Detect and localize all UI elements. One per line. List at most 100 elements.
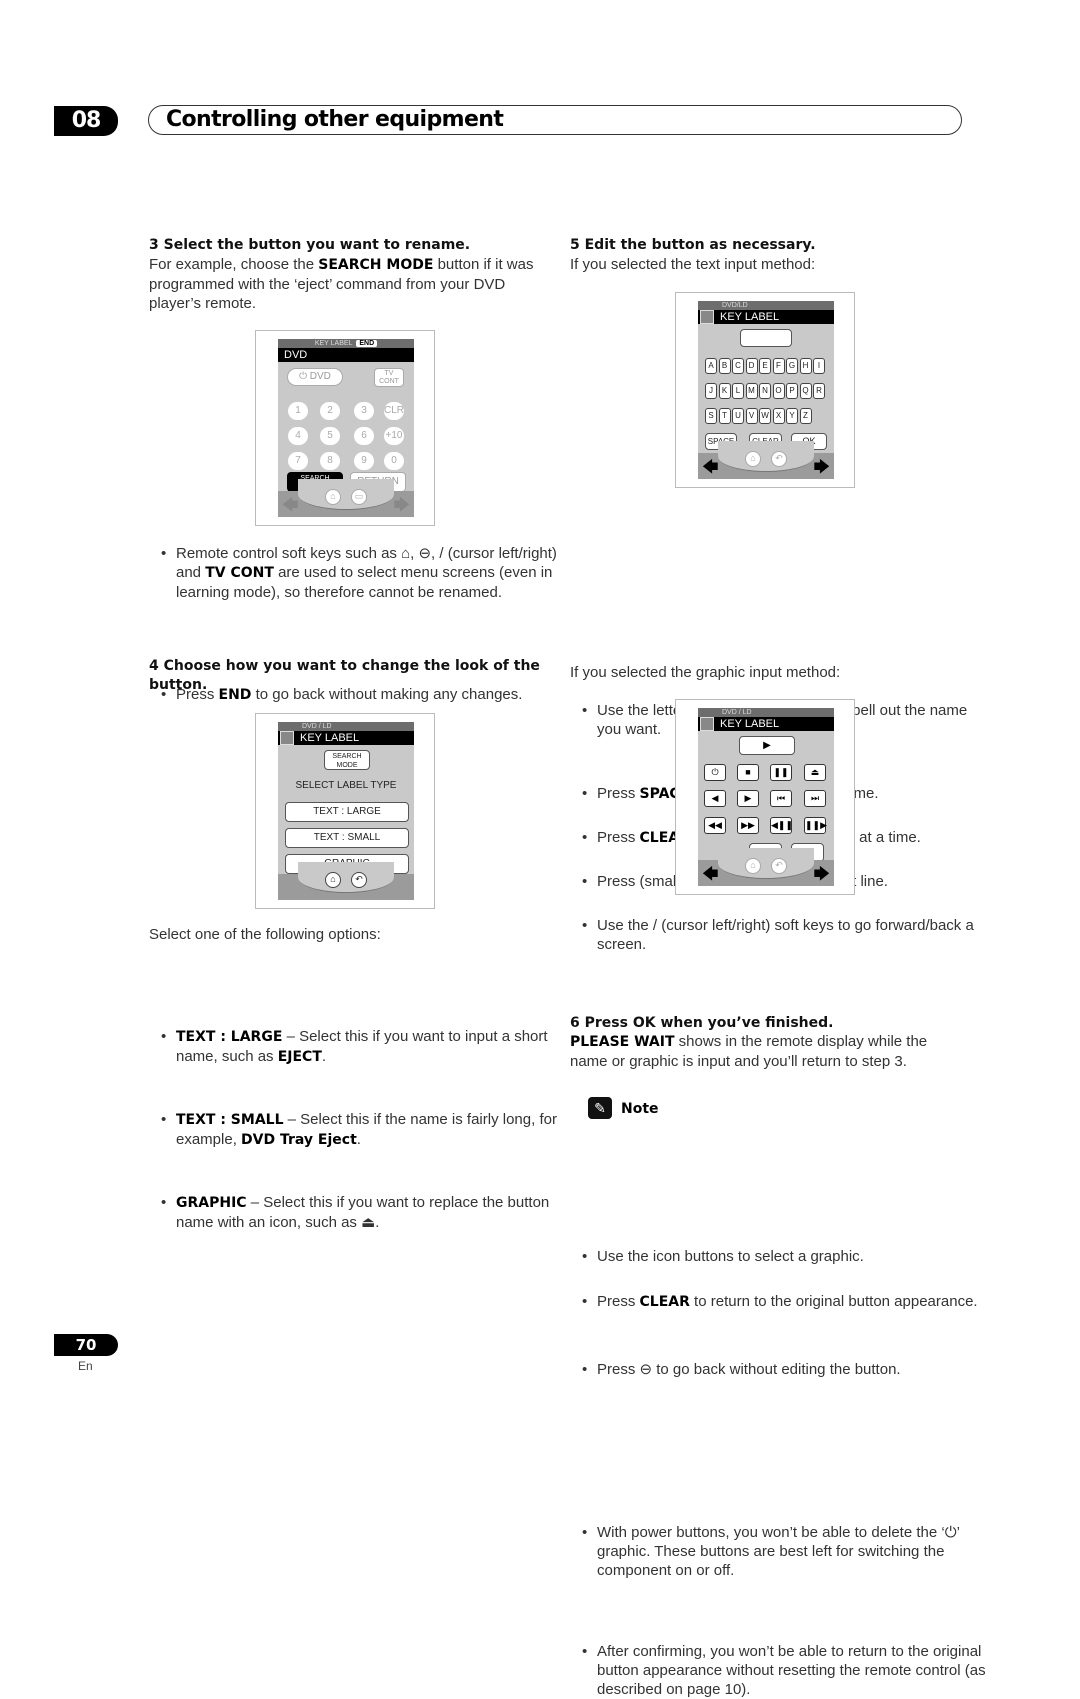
end-button[interactable]: END [356,340,378,347]
letter-key[interactable]: X [772,408,785,424]
number-button[interactable]: 3 [354,402,374,420]
step5-text-intro: If you selected the text input method: [570,256,816,273]
note-bullet-1: With power buttons, you won’t be able to… [570,1523,992,1580]
text: . [321,1048,327,1065]
graphic-icon-key[interactable]: ▶ [737,790,759,807]
text: For example, choose the [149,256,319,273]
bold-text: GRAPHIC [176,1195,247,1211]
left-arrow-icon[interactable]: 🡄 [702,867,719,883]
letter-key[interactable]: J [705,383,717,399]
screen-header: DVD / LD [278,722,414,731]
nav-bar: 🡄 🡆 ⌂ ↶ [698,848,834,886]
text: Use the icon buttons to select a graphic… [597,1248,864,1265]
option-text-small: TEXT : SMALL – Select this if the name i… [149,1110,571,1150]
number-button[interactable]: 4 [288,427,308,445]
letter-key[interactable]: S [705,408,717,424]
number-button[interactable]: 8 [320,452,340,470]
graphic-icon-key[interactable]: ■ [737,764,759,781]
tape-icon[interactable]: ▭ [351,489,367,505]
page-language: En [78,1359,93,1373]
text: MODE [336,762,358,769]
letter-key[interactable]: M [745,383,758,399]
letter-key[interactable]: Y [786,408,798,424]
number-button[interactable]: +10 [384,427,404,445]
number-button[interactable]: 2 [320,402,340,420]
bold-text: PLEASE WAIT [570,1034,675,1050]
title-bar: KEY LABEL [278,731,414,745]
home-icon[interactable]: ⌂ [745,451,761,467]
letter-key[interactable]: L [732,383,744,399]
right-arrow-icon[interactable]: 🡆 [813,460,830,476]
number-button[interactable]: CLR [384,402,404,420]
letter-key[interactable]: C [732,358,744,374]
key-label-icon [700,310,714,324]
letter-key[interactable]: F [772,358,785,374]
right-arrow-icon[interactable]: 🡆 [393,498,410,514]
letter-key[interactable]: K [718,383,731,399]
letter-key[interactable]: V [745,408,758,424]
remote-screen-label-type: DVD / LD KEY LABEL SEARCH MODE SELECT LAB… [255,713,435,909]
graphic-preview-button[interactable]: ▶ [739,736,795,755]
letter-key[interactable]: R [813,383,825,399]
letter-key[interactable]: G [786,358,798,374]
number-button[interactable]: 0 [384,452,404,470]
bold-text: TEXT : LARGE [176,1029,283,1045]
letter-key[interactable]: D [745,358,758,374]
back-icon[interactable]: ↶ [351,872,367,888]
bullet-item: Press ⊖ to go back without editing the b… [570,1360,992,1380]
letter-key[interactable]: U [732,408,744,424]
remote-screen-text-input: DVD/LD KEY LABEL ABCDEFGHI JKLMNOPQR STUVW… [675,292,855,488]
back-icon[interactable]: ↶ [771,858,787,874]
step6-heading: 6 Press OK when you’ve finished. [570,1015,834,1031]
graphic-icon-key[interactable]: ◀◀ [704,817,726,834]
letter-key[interactable]: Q [799,383,812,399]
graphic-icon-key[interactable]: ⏏ [804,764,826,781]
letter-key[interactable]: O [772,383,785,399]
number-button[interactable]: 7 [288,452,308,470]
letter-key[interactable]: A [705,358,717,374]
graphic-icon-key[interactable]: ▶▶ [737,817,759,834]
letter-key[interactable]: Z [799,408,812,424]
graphic-icon-key[interactable]: ⏻ [704,764,726,781]
left-arrow-icon[interactable]: 🡄 [282,498,299,514]
graphic-icon-key[interactable]: ◀❚❚ [770,817,793,834]
home-icon[interactable]: ⌂ [745,858,761,874]
left-arrow-icon[interactable]: 🡄 [702,460,719,476]
number-button[interactable]: 5 [320,427,340,445]
number-button[interactable]: 9 [354,452,374,470]
label-input-field[interactable] [740,329,792,347]
text-large-button[interactable]: TEXT : LARGE [285,802,409,822]
graphic-icon-key[interactable]: ◀ [704,790,726,807]
graphic-icon-key[interactable]: ❚❚ [770,764,792,781]
nav-bar: 🡄 🡆 ⌂ ↶ [698,441,834,479]
letter-key[interactable]: I [813,358,825,374]
letter-key[interactable]: E [759,358,771,374]
number-button[interactable]: 6 [354,427,374,445]
graphic-icon-key[interactable]: ❚❚▶ [804,817,827,834]
page-number: 70 [54,1334,118,1356]
home-icon[interactable]: ⌂ [325,489,341,505]
key-label-icon [280,731,294,745]
tv-cont-button[interactable]: TV CONT [374,368,404,387]
back-icon[interactable]: ↶ [771,451,787,467]
pencil-icon: ✎ [588,1097,612,1119]
text-small-button[interactable]: TEXT : SMALL [285,828,409,848]
letter-key[interactable]: N [759,383,771,399]
right-arrow-icon[interactable]: 🡆 [813,867,830,883]
bullet-item: Use the / (cursor left/right) soft keys … [570,916,992,955]
letter-key[interactable]: T [718,408,731,424]
nav-bar: 🡄 🡆 ⌂ ▭ [278,479,414,517]
option-text-large: TEXT : LARGE – Select this if you want t… [149,1027,571,1067]
power-dvd-button[interactable]: ⏻ DVD [287,368,343,386]
text: . [356,1131,361,1148]
number-button[interactable]: 1 [288,402,308,420]
graphic-icon-key[interactable]: ⏭ [804,790,826,807]
graphic-icon-key[interactable]: ⏮ [770,790,792,807]
letter-key[interactable]: P [786,383,798,399]
letter-key[interactable]: H [799,358,812,374]
home-icon[interactable]: ⌂ [325,872,341,888]
letter-key[interactable]: W [759,408,771,424]
chapter-number: 08 [54,106,118,136]
letter-key[interactable]: B [718,358,731,374]
bold-text: EJECT [277,1049,322,1065]
